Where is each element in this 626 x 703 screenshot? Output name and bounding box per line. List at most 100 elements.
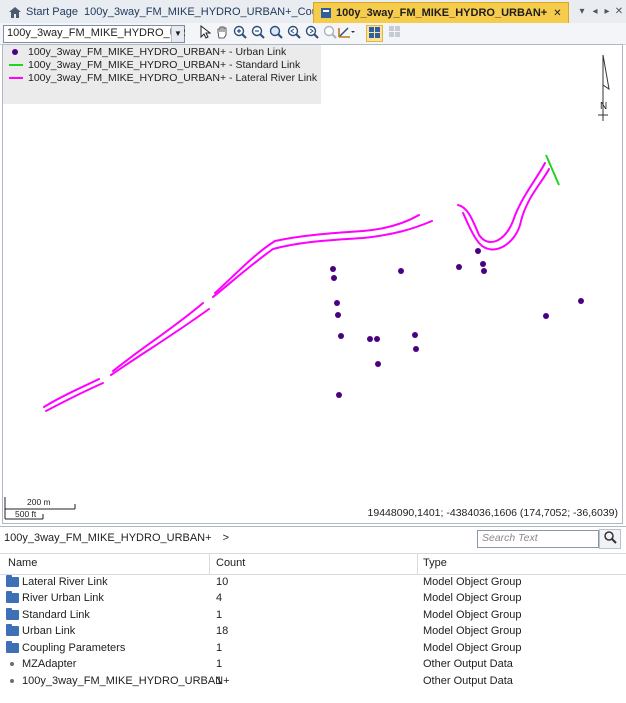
row-count: 1 <box>216 675 223 687</box>
tab-scroll-right-icon[interactable]: ▸ <box>601 4 613 20</box>
row-name: River Urban Link <box>22 592 104 604</box>
column-header-count[interactable]: Count <box>216 557 245 569</box>
row-name: Urban Link <box>22 625 76 637</box>
table-row[interactable]: MZAdapter 1 Other Output Data <box>0 656 626 672</box>
layer-grid-disabled-icon <box>386 25 403 42</box>
urban-link-node <box>336 392 342 398</box>
urban-link-node <box>367 336 373 342</box>
map-legend: 100y_3way_FM_MIKE_HYDRO_URBAN+ - Urban L… <box>3 45 321 104</box>
urban-link-node <box>375 361 381 367</box>
zoom-in-icon[interactable] <box>231 25 248 42</box>
tab-active-model[interactable]: 100y_3way_FM_MIKE_HYDRO_URBAN+ ✕ <box>313 2 569 24</box>
row-name: 100y_3way_FM_MIKE_HYDRO_URBAN+ <box>22 675 230 687</box>
layer-grid-icon[interactable] <box>366 25 383 42</box>
tab-active-label: 100y_3way_FM_MIKE_HYDRO_URBAN+ <box>336 7 548 19</box>
search-input[interactable]: Search Text <box>477 530 599 548</box>
row-count: 18 <box>216 625 229 637</box>
legend-item-standard-link: 100y_3way_FM_MIKE_HYDRO_URBAN+ - Standar… <box>9 59 300 72</box>
window-close-icon[interactable]: ✕ <box>613 4 625 20</box>
zoom-out-icon[interactable] <box>249 25 266 42</box>
layer-combo[interactable]: 100y_3way_FM_MIKE_HYDRO_UR ▼ <box>3 25 186 43</box>
zoom-extent-icon[interactable] <box>267 25 284 42</box>
urban-link-node <box>330 266 336 272</box>
scale-label-imperial: 500 ft <box>15 509 37 519</box>
row-type: Other Output Data <box>423 675 513 687</box>
urban-links <box>330 248 584 398</box>
tab-coupled-label: 100y_3way_FM_MIKE_HYDRO_URBAN+_Coupled <box>84 6 339 18</box>
search-button[interactable] <box>599 529 621 549</box>
tab-dropdown-icon[interactable]: ▾ <box>576 4 588 20</box>
row-type: Model Object Group <box>423 642 522 654</box>
urban-link-node <box>543 313 549 319</box>
row-type: Model Object Group <box>423 576 522 588</box>
map-canvas[interactable]: N <box>3 45 623 524</box>
urban-link-node <box>335 312 341 318</box>
urban-link-node <box>475 248 481 254</box>
river-link <box>110 308 210 376</box>
row-type: Model Object Group <box>423 625 522 637</box>
breadcrumb-item[interactable]: 100y_3way_FM_MIKE_HYDRO_URBAN+ <box>4 532 212 544</box>
row-count: 10 <box>216 576 229 588</box>
row-type: Model Object Group <box>423 592 522 604</box>
select-arrow-icon[interactable] <box>196 24 213 42</box>
chevron-down-icon[interactable]: ▼ <box>171 26 184 42</box>
urban-link-node <box>334 300 340 306</box>
document-tab-bar: Start Page 100y_3way_FM_MIKE_HYDRO_URBAN… <box>0 0 626 24</box>
map-view[interactable]: N 100y_3way_FM_MIKE_HYDRO_URBAN+ - Urban… <box>2 44 623 524</box>
close-icon[interactable]: ✕ <box>553 8 561 19</box>
table-row[interactable]: 100y_3way_FM_MIKE_HYDRO_URBAN+ 1 Other O… <box>0 673 626 689</box>
legend-item-lateral-river-link: 100y_3way_FM_MIKE_HYDRO_URBAN+ - Lateral… <box>9 72 317 85</box>
zoom-previous-icon[interactable] <box>285 25 302 42</box>
urban-link-node <box>456 264 462 270</box>
row-name: MZAdapter <box>22 658 77 670</box>
breadcrumb-chevron-icon[interactable]: > <box>223 532 229 544</box>
row-name: Lateral River Link <box>22 576 108 588</box>
measure-icon[interactable] <box>338 25 355 42</box>
scale-bar: 200 m 500 ft <box>3 495 83 521</box>
table-row[interactable]: Coupling Parameters 1 Model Object Group <box>0 640 626 656</box>
north-label: N <box>600 101 607 112</box>
table-row[interactable]: Lateral River Link 10 Model Object Group <box>0 574 626 590</box>
row-count: 1 <box>216 609 223 621</box>
urban-link-node <box>413 346 419 352</box>
urban-link-node <box>578 298 584 304</box>
line-symbol-icon <box>9 60 23 70</box>
folder-icon <box>6 608 19 620</box>
zoom-next-icon[interactable] <box>303 25 320 42</box>
urban-link-node <box>374 336 380 342</box>
model-explorer-panel: 100y_3way_FM_MIKE_HYDRO_URBAN+ > Search … <box>0 526 626 703</box>
river-link <box>462 168 550 251</box>
lateral-river-links <box>43 162 550 412</box>
river-link <box>112 302 204 372</box>
zoom-disabled-icon <box>321 25 338 42</box>
column-divider[interactable] <box>417 554 418 574</box>
row-count: 4 <box>216 592 223 604</box>
tab-coupled[interactable]: 100y_3way_FM_MIKE_HYDRO_URBAN+_Coupled <box>78 3 345 22</box>
folder-icon <box>6 575 19 587</box>
folder-icon <box>6 624 19 636</box>
cursor-coordinates: 19448090,1401; -4384036,1606 (174,7052; … <box>367 507 618 519</box>
breadcrumb[interactable]: 100y_3way_FM_MIKE_HYDRO_URBAN+ > <box>4 532 229 544</box>
search-icon <box>604 531 617 544</box>
legend-item-urban-link: 100y_3way_FM_MIKE_HYDRO_URBAN+ - Urban L… <box>9 46 286 59</box>
table-row[interactable]: River Urban Link 4 Model Object Group <box>0 590 626 606</box>
table-row[interactable]: Standard Link 1 Model Object Group <box>0 607 626 623</box>
document-icon <box>321 8 331 19</box>
row-type: Model Object Group <box>423 609 522 621</box>
urban-link-node <box>331 275 337 281</box>
legend-label: 100y_3way_FM_MIKE_HYDRO_URBAN+ - Standar… <box>28 59 301 71</box>
column-header-name[interactable]: Name <box>8 557 37 569</box>
output-data-bullet-icon <box>10 662 14 666</box>
tab-scroll-left-icon[interactable]: ◂ <box>589 4 601 20</box>
scale-label-metric: 200 m <box>27 497 51 507</box>
row-count: 1 <box>216 642 223 654</box>
column-header-type[interactable]: Type <box>423 557 447 569</box>
column-divider[interactable] <box>209 554 210 574</box>
legend-label: 100y_3way_FM_MIKE_HYDRO_URBAN+ - Urban L… <box>28 46 287 58</box>
row-name: Standard Link <box>22 609 90 621</box>
pan-hand-icon[interactable] <box>213 25 230 42</box>
table-row[interactable]: Urban Link 18 Model Object Group <box>0 623 626 639</box>
point-symbol-icon <box>9 47 23 57</box>
line-symbol-icon <box>9 73 23 83</box>
tab-start-page[interactable]: Start Page <box>2 3 84 22</box>
